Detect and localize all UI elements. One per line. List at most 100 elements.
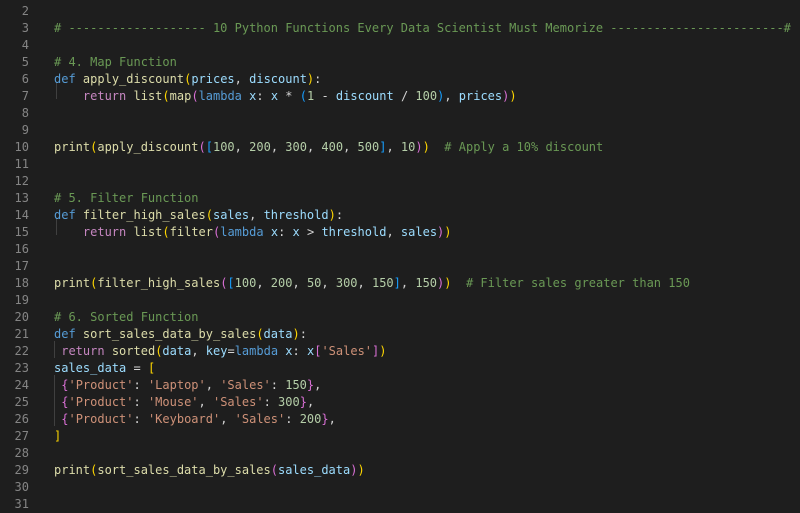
code-token: 100 xyxy=(415,89,438,103)
code-token: 'Product' xyxy=(68,412,134,426)
code-token: 150 xyxy=(285,378,307,392)
code-token: = xyxy=(227,344,235,358)
line-number: 20 xyxy=(14,310,29,324)
code-line[interactable]: {'Product': 'Mouse', 'Sales': 300}, xyxy=(54,394,314,411)
code-token: ( xyxy=(191,89,199,103)
code-token: : xyxy=(256,89,271,103)
line-number: 2 xyxy=(21,4,29,18)
code-area[interactable]: # ------------------- 10 Python Function… xyxy=(54,0,800,513)
code-token: ) xyxy=(509,89,517,103)
code-token: ( xyxy=(270,463,278,477)
code-token: prices xyxy=(191,72,235,86)
code-token: sales xyxy=(212,208,250,222)
code-token: , xyxy=(314,378,322,392)
code-line[interactable]: {'Product': 'Laptop', 'Sales': 150}, xyxy=(54,377,321,394)
code-token: return xyxy=(61,344,105,358)
code-token: : xyxy=(133,395,148,409)
code-token: def xyxy=(54,327,76,341)
code-token: return xyxy=(82,225,127,239)
code-token: ] xyxy=(393,276,401,290)
code-line[interactable]: sales_data = [ xyxy=(54,360,155,377)
code-token: threshold xyxy=(263,208,329,222)
code-token: apply_discount xyxy=(97,140,199,154)
code-token: return xyxy=(82,89,127,103)
code-token: - xyxy=(314,89,336,103)
code-token: list xyxy=(133,225,163,239)
code-token: 10 xyxy=(400,140,416,154)
code-token: sales_data xyxy=(277,463,351,477)
code-token: : xyxy=(292,344,307,358)
code-token: sort_sales_data_by_sales xyxy=(82,327,257,341)
code-editor[interactable]: 2 3 4 5 6 7 8 9 10 11 12 13 14 15 16 17 18 19 20 21 22 23 24 25… xyxy=(0,0,800,513)
code-token: ) xyxy=(379,344,387,358)
line-number-gutter: 2 3 4 5 6 7 8 9 10 11 12 13 14 15 16 17 18 19 20 21 22 23 24 25… xyxy=(0,0,40,513)
line-number: 23 xyxy=(14,361,29,375)
code-line[interactable]: # 5. Filter Function xyxy=(54,190,199,207)
code-token: discount xyxy=(335,89,394,103)
code-line[interactable]: return list(map(lambda x: x * (1 - disco… xyxy=(54,88,517,105)
code-token: print xyxy=(54,140,91,154)
code-line[interactable]: print(apply_discount([100, 200, 300, 400… xyxy=(54,139,603,156)
code-token: 50 xyxy=(306,276,322,290)
code-line[interactable]: {'Product': 'Keyboard', 'Sales': 200}, xyxy=(54,411,336,428)
code-line[interactable]: print(sort_sales_data_by_sales(sales_dat… xyxy=(54,462,365,479)
code-token: * xyxy=(278,89,300,103)
code-token: , xyxy=(386,225,401,239)
line-number: 10 xyxy=(14,140,29,154)
line-number: 30 xyxy=(14,480,29,494)
code-token: x xyxy=(270,225,279,239)
code-token: 200 xyxy=(249,140,271,154)
code-token: # 5. Filter Function xyxy=(54,191,199,205)
code-token: / xyxy=(393,89,416,103)
code-token: def xyxy=(54,208,76,222)
code-token: 'Product' xyxy=(68,395,134,409)
code-line[interactable]: def sort_sales_data_by_sales(data): xyxy=(54,326,307,343)
code-token: map xyxy=(169,89,192,103)
code-token: ( xyxy=(205,208,213,222)
code-token: x xyxy=(270,89,279,103)
code-line[interactable]: # ------------------- 10 Python Function… xyxy=(54,20,791,37)
line-number: 4 xyxy=(21,38,29,52)
line-number: 14 xyxy=(14,208,29,222)
line-number: 26 xyxy=(14,412,29,426)
code-line[interactable]: print(filter_high_sales([100, 200, 50, 3… xyxy=(54,275,690,292)
code-token: sort_sales_data_by_sales xyxy=(97,463,271,477)
code-token: 'Sales' xyxy=(220,378,271,392)
code-line[interactable]: # 6. Sorted Function xyxy=(54,309,199,326)
code-line[interactable]: return sorted(data, key=lambda x: x['Sal… xyxy=(54,343,387,360)
code-line[interactable]: def apply_discount(prices, discount): xyxy=(54,71,321,88)
code-line[interactable]: # 4. Map Function xyxy=(54,54,177,71)
line-number: 5 xyxy=(21,55,29,69)
line-number: 16 xyxy=(14,242,29,256)
code-token: # 4. Map Function xyxy=(54,55,177,69)
code-line[interactable]: ] xyxy=(54,428,61,445)
code-token: 150 xyxy=(371,276,394,290)
code-line[interactable]: return list(filter(lambda x: x > thresho… xyxy=(54,224,452,241)
code-token: ( xyxy=(162,225,170,239)
code-token: } xyxy=(321,412,329,426)
code-token: ( xyxy=(256,327,264,341)
line-number: 19 xyxy=(14,293,29,307)
code-token: : xyxy=(133,412,148,426)
line-number: 8 xyxy=(21,106,29,120)
line-number: 18 xyxy=(14,276,29,290)
code-token: , xyxy=(400,276,416,290)
code-token: : xyxy=(278,225,293,239)
line-number: 9 xyxy=(21,123,29,137)
code-token: 'Sales' xyxy=(212,395,264,409)
code-line[interactable]: def filter_high_sales(sales, threshold): xyxy=(54,207,343,224)
code-token: : xyxy=(133,378,148,392)
code-token: threshold xyxy=(321,225,387,239)
code-token: , xyxy=(386,140,401,154)
code-token: : xyxy=(270,378,286,392)
code-token: discount xyxy=(249,72,307,86)
code-token: 100 xyxy=(212,140,235,154)
code-token: , xyxy=(357,276,372,290)
code-token: : xyxy=(335,208,344,222)
code-token: data xyxy=(263,327,293,341)
code-token: ] xyxy=(54,429,62,443)
code-token: prices xyxy=(458,89,503,103)
code-token: 400 xyxy=(321,140,344,154)
